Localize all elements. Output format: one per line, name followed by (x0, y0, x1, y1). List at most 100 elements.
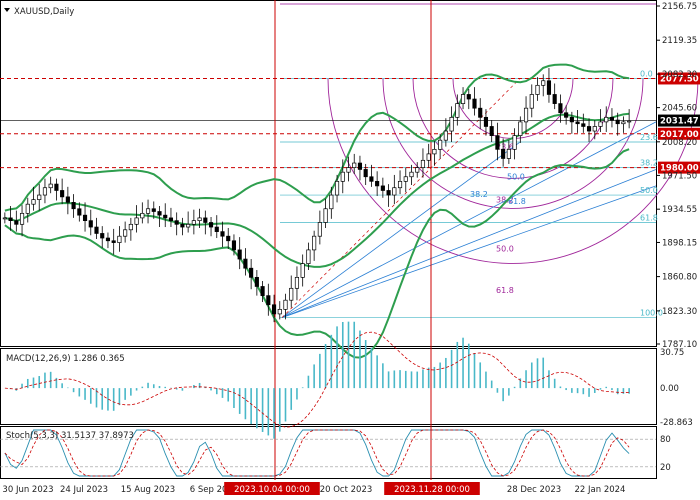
fib-fans: 38.2 50.0 61.8 (281, 121, 657, 318)
bb-middle (4, 112, 630, 268)
candle-down (472, 98, 477, 109)
candle-up (392, 187, 397, 196)
candle-down (105, 237, 111, 242)
axes: 2156.75 2119.35 2082.30 2045.60 2008.20 1971.… (2, 2, 697, 495)
price-tick-label: 1971.50 (662, 171, 697, 181)
fib-fan-label: 38.2 (470, 190, 488, 199)
candle-down (231, 240, 237, 251)
date-tick-label: 24 Jul 2023 (60, 485, 108, 495)
candle-down (478, 107, 483, 118)
candle-up (37, 194, 42, 200)
candle-up (420, 159, 426, 168)
candle-down (546, 80, 552, 95)
candle-up (397, 180, 403, 189)
price-tick-label: 1860.80 (662, 273, 697, 283)
candle-up (523, 107, 529, 123)
candle-down (77, 208, 82, 216)
fib-fan-line (281, 185, 657, 318)
date-tick-label: 30 Jun 2023 (2, 485, 53, 495)
candle-down (111, 240, 116, 243)
candle-up (346, 167, 351, 173)
candle-up (140, 212, 145, 219)
candle-down (157, 211, 162, 216)
candle-up (42, 187, 48, 196)
candle-up (455, 103, 460, 118)
candle-up (312, 235, 317, 251)
fib-ret-label: 50.0 (640, 186, 658, 195)
candle-down (489, 126, 494, 136)
candle-down (88, 220, 93, 228)
candle-up (403, 176, 408, 182)
candle-down (260, 286, 265, 296)
candle-up (145, 208, 151, 214)
candle-up (352, 162, 357, 168)
fib-fan-line (281, 141, 521, 318)
macd-indicator: 30.750.00-28.863 (4, 321, 693, 439)
vertical-markers (274, 0, 432, 480)
price-tick-label: 2082.30 (662, 70, 697, 80)
candle-down (8, 217, 13, 222)
candle-up (289, 287, 294, 301)
candle-down (226, 235, 231, 242)
candle-up (117, 235, 122, 243)
candle-down (495, 135, 500, 150)
price-tick-label: 1898.15 (662, 238, 697, 248)
candle-up (541, 80, 546, 86)
bb-lower (4, 148, 630, 359)
candle-up (329, 194, 334, 210)
candle-down (60, 190, 65, 198)
candle-up (535, 84, 540, 95)
symbol-text: XAUUSD,Daily (14, 7, 74, 17)
candle-up (128, 223, 133, 231)
macd-label: MACD(12,26,9) 1.286 0.365 (6, 354, 125, 364)
candle-up (283, 299, 288, 310)
fib-fan-label: 61.8 (508, 197, 526, 206)
fib-arc-label: 50.0 (496, 245, 514, 254)
candle-up (340, 171, 345, 182)
fib-ret-label: 0.0 (640, 69, 653, 78)
candle-down (357, 162, 363, 170)
candle-down (180, 223, 185, 228)
candle-down (266, 295, 271, 306)
date-tick-label: 2023.11.28 00:00 (394, 485, 470, 495)
candle-up (300, 263, 305, 278)
candle-down (163, 214, 168, 219)
candle-up (123, 229, 128, 237)
candle-down (243, 258, 248, 269)
candle-down (586, 126, 592, 132)
candle-down (501, 148, 506, 159)
candle-down (483, 116, 489, 127)
macd-tick-label: -28.863 (660, 418, 693, 428)
candle-down (94, 226, 99, 234)
macd-tick-label: 0.00 (660, 384, 679, 394)
candle-down (609, 116, 615, 121)
candle-down (168, 217, 174, 222)
candle-down (220, 231, 225, 237)
candle-up (512, 135, 517, 150)
candle-down (237, 249, 242, 260)
candle-up (621, 121, 626, 125)
candle-down (363, 169, 368, 178)
candle-up (627, 120, 632, 123)
candle-up (518, 121, 523, 136)
candle-up (506, 148, 511, 159)
fib-fan-label: 50.0 (507, 173, 525, 182)
candle-up (19, 212, 25, 225)
candle-up (197, 217, 202, 222)
candle-up (460, 94, 466, 104)
fib-ret-label: 61.8 (640, 213, 658, 222)
price-tick-label: 2156.75 (662, 2, 697, 12)
candle-down (174, 220, 179, 225)
candle-down (466, 94, 471, 100)
candle-up (31, 199, 36, 205)
price-tick-label: 1934.55 (662, 205, 697, 215)
stoch-label: Stoch(5,3,3) 31.5137 37.8973 (6, 431, 134, 441)
fib-ret-label: 100.0 (640, 309, 663, 318)
candle-down (214, 226, 219, 232)
candle-down (558, 103, 563, 114)
candle-up (186, 223, 191, 228)
candle-up (334, 180, 340, 196)
price-tick-label: 1787.10 (662, 340, 697, 350)
price-tick-label: 1823.30 (662, 307, 697, 317)
bollinger-bands (4, 63, 630, 359)
